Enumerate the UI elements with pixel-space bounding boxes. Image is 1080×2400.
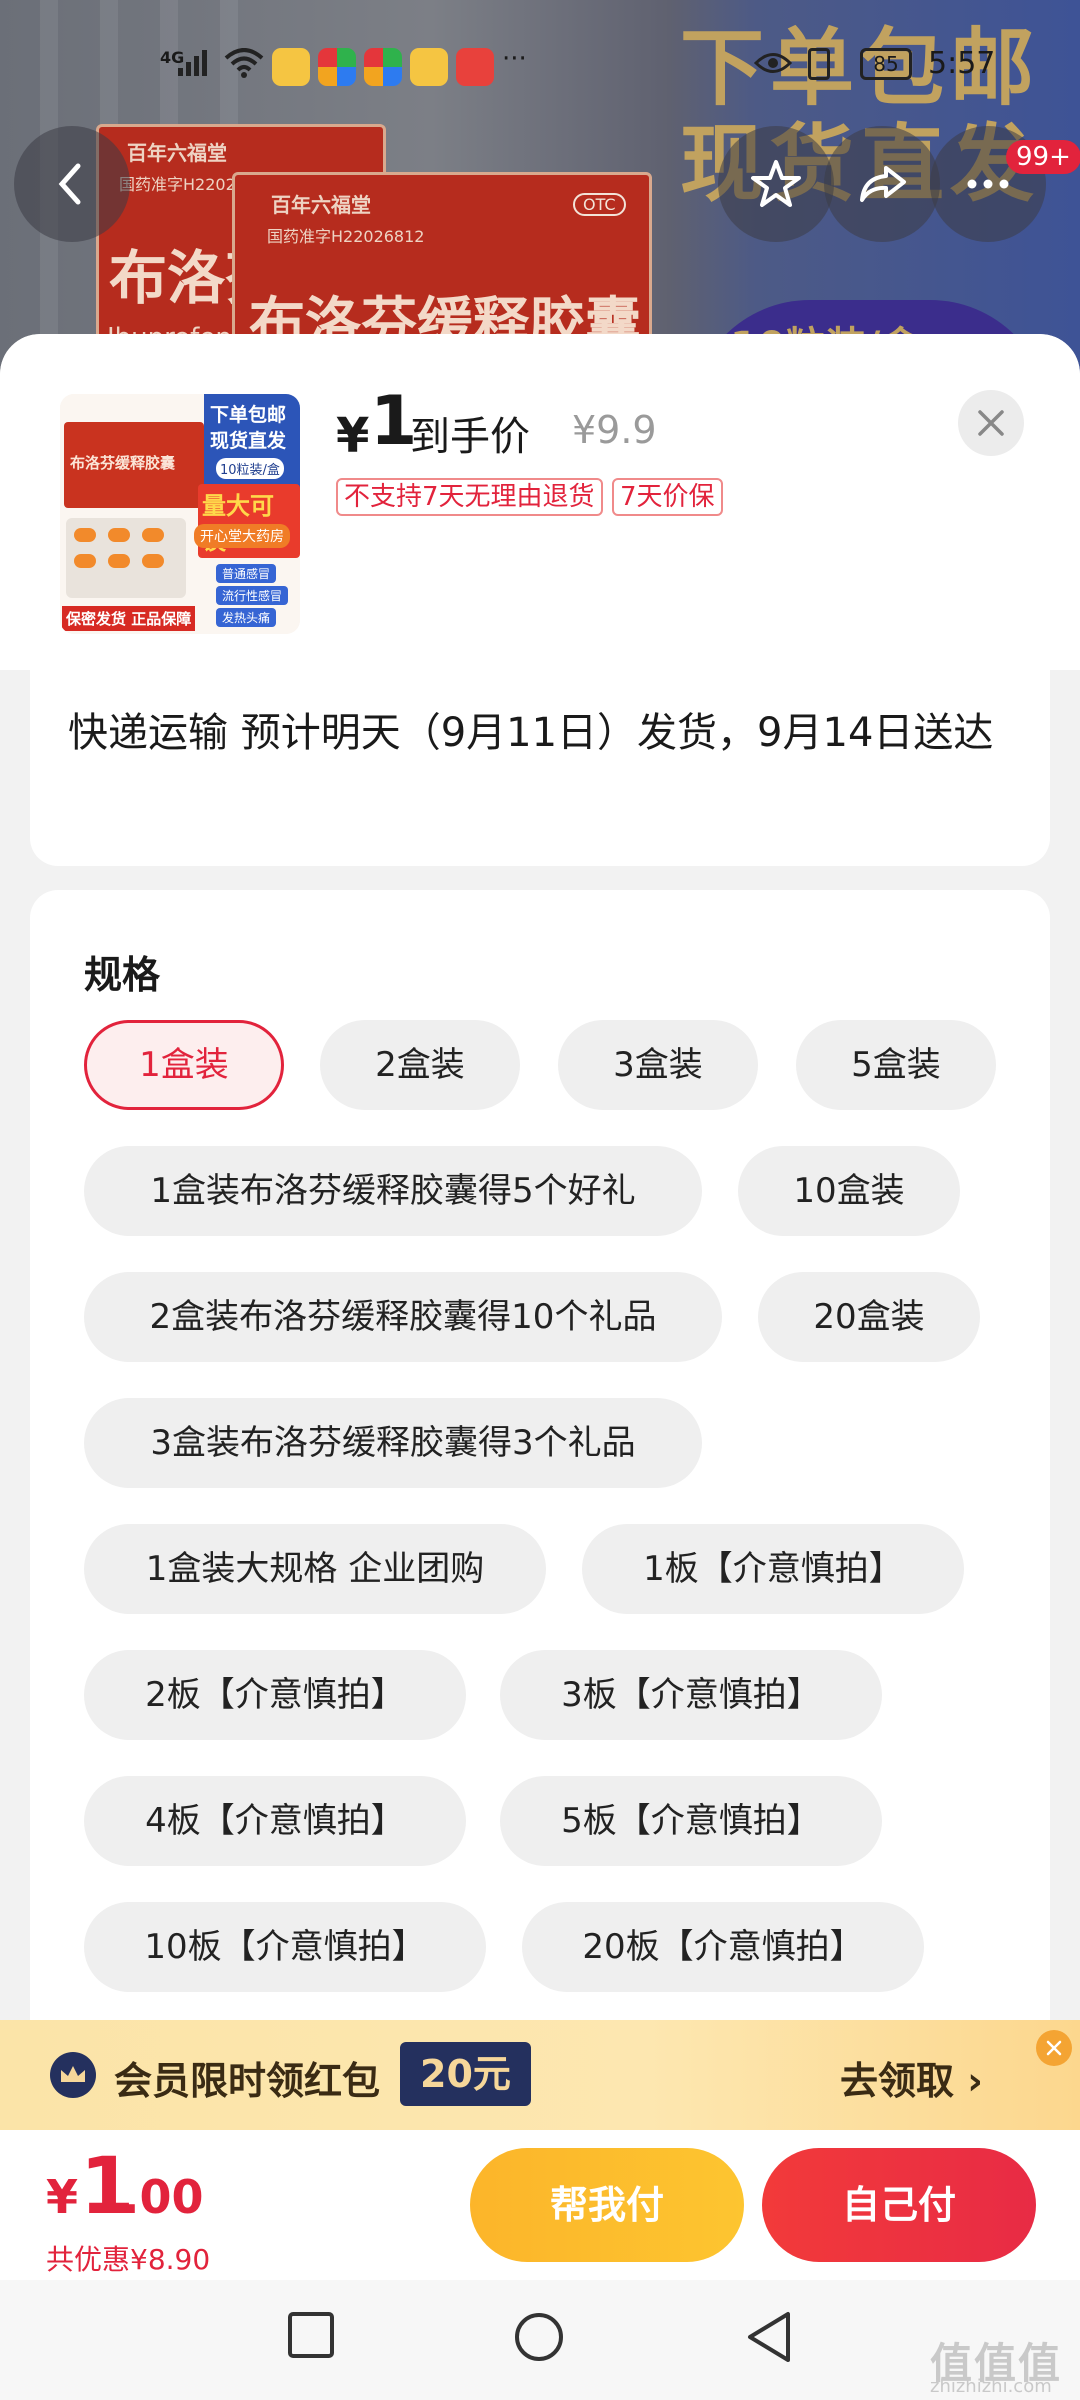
total-currency: ¥ [46, 2170, 79, 2224]
spec-option[interactable]: 5板【介意慎拍】 [500, 1776, 882, 1866]
final-price-label: 到手价 [410, 414, 530, 460]
spec-option[interactable]: 2盒装 [320, 1020, 520, 1110]
huawei-app-icon [456, 48, 494, 86]
weibo-app-icon-2 [410, 48, 448, 86]
signal-bars-icon [178, 50, 207, 76]
home-circle-icon[interactable] [512, 2310, 566, 2364]
chevron-left-icon [58, 163, 81, 205]
product-thumbnail[interactable]: 布洛芬缓释胶囊 下单包邮 现货直发 10粒装/盒 量大可谈 开心堂大药房 普通感… [60, 394, 300, 634]
thumb-capsules [66, 518, 186, 598]
product-summary: 布洛芬缓释胶囊 下单包邮 现货直发 10粒装/盒 量大可谈 开心堂大药房 普通感… [0, 334, 1080, 670]
back-button[interactable] [14, 126, 130, 242]
shipping-info-card: 快递运输 预计明天（9月11日）发货，9月14日送达 [30, 670, 1050, 866]
member-coupon-bar[interactable]: 会员限时领红包 20元 去领取 › [0, 2020, 1080, 2130]
coupon-text: 会员限时领红包 [114, 2059, 381, 2103]
spec-option[interactable]: 3盒装 [558, 1020, 758, 1110]
more-notifications-icon: ··· [502, 44, 527, 74]
spec-option[interactable]: 4板【介意慎拍】 [84, 1776, 466, 1866]
member-crown-icon [50, 2052, 96, 2098]
vibrate-icon [808, 48, 830, 80]
wifi-icon [224, 48, 264, 78]
sku-selection-sheet: 布洛芬缓释胶囊 下单包邮 现货直发 10粒装/盒 量大可谈 开心堂大药房 普通感… [0, 334, 1080, 2020]
spec-option[interactable]: 1盒装大规格 企业团购 [84, 1524, 546, 1614]
spec-card: 规格 1盒装 2盒装 3盒装 5盒装 1盒装布洛芬缓释胶囊得5个好礼 10盒装 … [30, 890, 1050, 2020]
system-navigation-bar [0, 2280, 1080, 2400]
spec-option[interactable]: 20盒装 [758, 1272, 980, 1362]
spec-option[interactable]: 1板【介意慎拍】 [582, 1524, 964, 1614]
thumb-box: 布洛芬缓释胶囊 [64, 422, 204, 508]
close-icon [1046, 2040, 1062, 2056]
cart-count-badge: 99+ [1006, 140, 1080, 174]
battery-icon: 85 [860, 48, 912, 80]
total-discount: 共优惠¥8.90 [46, 2243, 211, 2276]
spec-option[interactable]: 1盒装布洛芬缓释胶囊得5个好礼 [84, 1146, 702, 1236]
recents-square-icon[interactable] [286, 2310, 336, 2360]
no-return-tag: 不支持7天无理由退货 [336, 478, 603, 516]
eye-icon [754, 53, 792, 73]
close-button[interactable] [958, 390, 1024, 456]
spec-option[interactable]: 10板【介意慎拍】 [84, 1902, 486, 1992]
spec-option[interactable]: 3盒装布洛芬缓释胶囊得3个礼品 [84, 1398, 702, 1488]
close-icon [978, 410, 1004, 436]
claim-coupon-link[interactable]: 去领取 › [840, 2050, 983, 2105]
spec-option[interactable]: 20板【介意慎拍】 [522, 1902, 924, 1992]
pay-for-me-button[interactable]: 帮我付 [470, 2148, 744, 2262]
clock: 5:57 [928, 46, 996, 81]
price-protect-tag: 7天价保 [612, 478, 723, 516]
coupon-amount: 20元 [400, 2042, 531, 2106]
back-triangle-icon[interactable] [744, 2310, 794, 2364]
pinwheel-app-icon [318, 48, 356, 86]
star-icon [751, 160, 801, 207]
price-currency: ¥ [336, 408, 370, 464]
spec-option-selected[interactable]: 1盒装 [84, 1020, 284, 1110]
share-icon [860, 166, 906, 202]
favorite-button[interactable] [718, 126, 834, 242]
spec-option[interactable]: 3板【介意慎拍】 [500, 1650, 882, 1740]
spec-title: 规格 [84, 953, 161, 997]
shipping-estimate: 快递运输 预计明天（9月11日）发货，9月14日送达 [68, 710, 994, 756]
checkout-bar: ¥ 1 .00 共优惠¥8.90 帮我付 自己付 [0, 2130, 1080, 2280]
spec-option[interactable]: 10盒装 [738, 1146, 960, 1236]
spec-option[interactable]: 2盒装布洛芬缓释胶囊得10个礼品 [84, 1272, 722, 1362]
watermark-url: zhizhizhi.com [930, 2376, 1052, 2397]
coupon-close-button[interactable] [1036, 2030, 1072, 2066]
original-price: ¥9.9 [572, 408, 657, 452]
total-price-decimal: .00 [122, 2170, 204, 2224]
pinwheel-app-icon-2 [364, 48, 402, 86]
weibo-app-icon [272, 48, 310, 86]
status-bar: 4G ··· 85 5:57 [0, 40, 1080, 96]
pay-myself-button[interactable]: 自己付 [762, 2148, 1036, 2262]
share-button[interactable] [824, 126, 940, 242]
spec-option[interactable]: 5盒装 [796, 1020, 996, 1110]
spec-option[interactable]: 2板【介意慎拍】 [84, 1650, 466, 1740]
